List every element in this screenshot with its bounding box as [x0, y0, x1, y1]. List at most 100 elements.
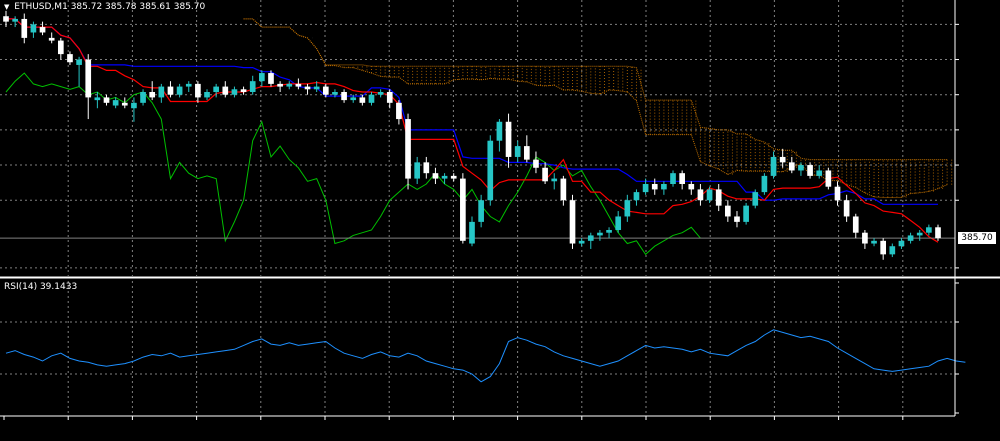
candle-body — [259, 73, 265, 82]
candle-body — [149, 92, 156, 98]
candle-body — [350, 97, 357, 101]
candle-body — [359, 97, 366, 103]
candle-body — [176, 86, 183, 95]
candle-body — [140, 92, 146, 103]
candle-body — [597, 232, 603, 236]
candle-body — [661, 184, 667, 190]
rsi-panel — [0, 282, 966, 414]
candle-body — [761, 175, 768, 193]
candle-body — [734, 216, 740, 222]
tenkan-sen-line — [6, 18, 939, 243]
candle-body — [213, 86, 219, 92]
candle-body — [788, 162, 795, 171]
candle-body — [222, 86, 229, 95]
candle-body — [405, 119, 411, 179]
candle-body — [770, 156, 777, 176]
candle-body — [642, 184, 649, 193]
candle-body — [606, 230, 612, 233]
candle-body — [560, 178, 567, 201]
candle-body — [204, 92, 210, 98]
candle-body — [843, 200, 850, 217]
candle-body — [268, 73, 274, 84]
candle-body — [469, 221, 475, 244]
candle-body — [898, 240, 905, 247]
candle-body — [450, 175, 457, 179]
candle-body — [935, 227, 941, 239]
candle-body — [670, 173, 676, 184]
candle-body — [195, 83, 201, 98]
candle-body — [377, 92, 384, 95]
symbol-label: ETHUSD,M1 — [14, 2, 68, 12]
chart-header: ▼ ETHUSD,M1 385.72 385.78 385.61 385.70 — [4, 2, 205, 12]
candle-body — [889, 246, 896, 255]
candle-body — [871, 240, 877, 244]
candle-body — [679, 173, 685, 184]
candle-body — [21, 18, 28, 38]
candle-body — [76, 59, 82, 65]
candle-body — [816, 170, 823, 176]
candle-body — [706, 189, 713, 201]
candle-body — [313, 86, 320, 90]
candle-body — [487, 140, 494, 201]
chart-window[interactable] — [0, 0, 1000, 437]
candle-body — [697, 189, 704, 201]
candle-body — [688, 184, 695, 190]
candle-body — [533, 159, 539, 168]
candle-body — [798, 165, 804, 171]
candle-body — [295, 83, 302, 87]
candle-body — [834, 186, 841, 201]
candles — [3, 10, 941, 260]
candle-body — [396, 102, 402, 120]
candle-body — [341, 92, 347, 101]
chart-canvas[interactable] — [0, 0, 1000, 437]
indicator-lines — [0, 18, 955, 256]
candle-body — [131, 102, 137, 109]
candle-body — [880, 240, 887, 255]
candle-body — [103, 97, 110, 103]
candle-body — [478, 200, 484, 222]
rsi-header: RSI(14) 39.1433 — [4, 282, 78, 292]
candle-body — [304, 86, 311, 90]
candle-body — [725, 205, 731, 217]
candle-body — [615, 216, 622, 230]
candle-body — [423, 162, 430, 174]
candle-body — [852, 216, 859, 233]
candle-body — [185, 83, 192, 87]
candle-body — [249, 81, 256, 92]
candle-body — [240, 89, 247, 92]
candle-body — [715, 189, 722, 206]
candle-body — [807, 165, 813, 176]
candle-body — [633, 192, 640, 201]
grid — [0, 0, 955, 416]
ohlc-values: 385.72 385.78 385.61 385.70 — [70, 2, 206, 12]
candle-body — [496, 121, 503, 141]
candle-body — [39, 27, 46, 33]
candle-body — [231, 89, 238, 95]
candle-body — [862, 232, 868, 244]
candle-body — [85, 59, 92, 98]
candle-body — [907, 235, 914, 241]
candle-body — [48, 37, 55, 41]
candle-body — [57, 40, 64, 55]
candle-body — [441, 175, 448, 179]
candle-body — [286, 83, 293, 87]
candle-body — [825, 170, 832, 187]
candle-body — [414, 162, 421, 179]
candle-body — [916, 232, 923, 236]
collapse-arrow-icon[interactable]: ▼ — [4, 3, 9, 11]
candle-body — [277, 83, 283, 87]
kijun-sen-line — [6, 18, 938, 205]
candle-body — [3, 16, 9, 22]
candle-body — [368, 94, 375, 103]
candle-body — [432, 173, 439, 179]
candle-body — [94, 97, 101, 101]
candle-body — [743, 205, 749, 222]
candle-body — [167, 86, 174, 95]
candle-body — [587, 235, 594, 241]
candle-body — [752, 192, 759, 206]
candle-body — [505, 121, 512, 157]
candle-body — [926, 227, 932, 233]
candle-body — [386, 92, 393, 103]
candle-body — [322, 86, 329, 95]
candle-body — [67, 54, 73, 63]
